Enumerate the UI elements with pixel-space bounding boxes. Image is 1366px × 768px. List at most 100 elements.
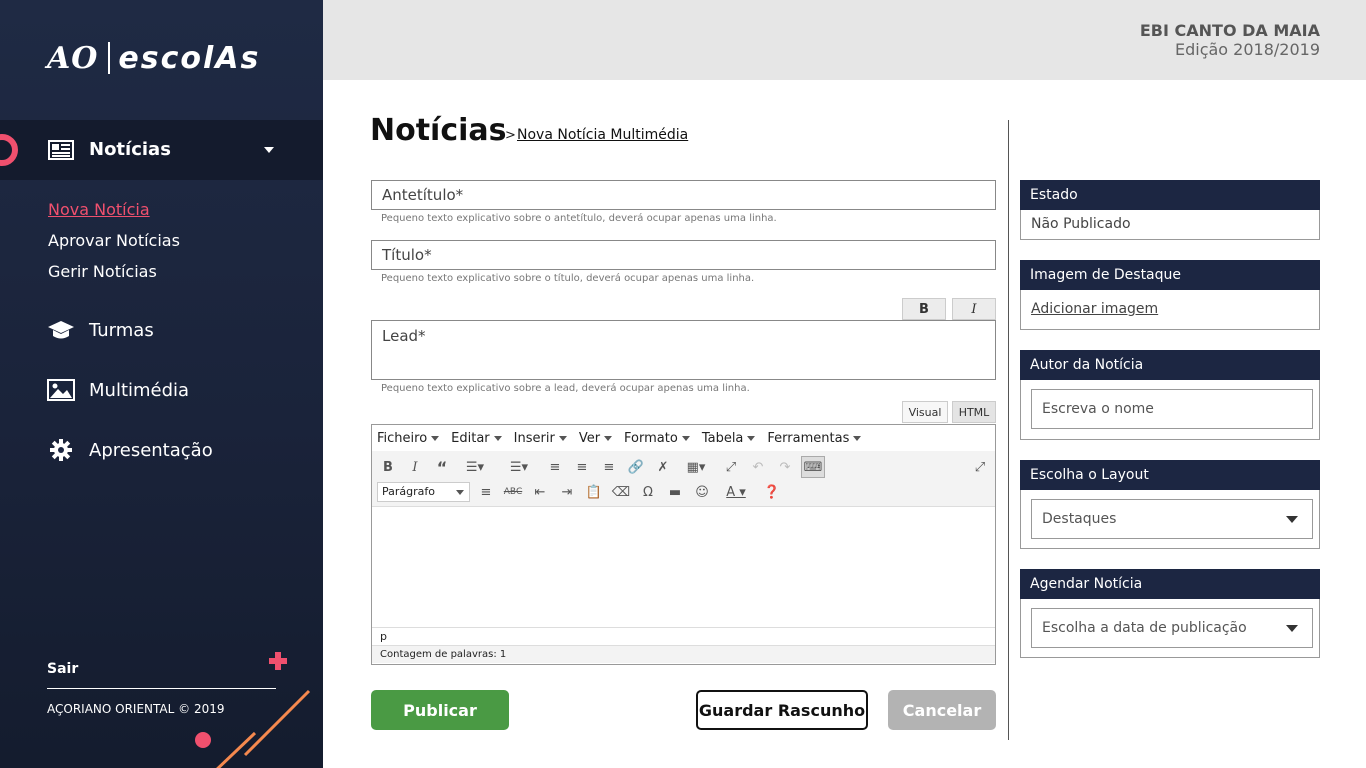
- chevron-down-icon[interactable]: [264, 147, 274, 153]
- sidebar-item-apresentacao[interactable]: Apresentação: [47, 438, 213, 462]
- author-body: Escreva o nome: [1020, 380, 1320, 440]
- menu-label: Tabela: [701, 430, 744, 446]
- save-draft-button[interactable]: Guardar Rascunho: [696, 690, 868, 730]
- graduation-cap-icon: [47, 318, 75, 342]
- sidebar-item-label: Apresentação: [89, 439, 213, 461]
- lead-italic-button[interactable]: I: [952, 298, 996, 320]
- copyright: AÇORIANO ORIENTAL © 2019: [47, 702, 225, 716]
- estado-header: Estado: [1020, 180, 1320, 210]
- estado-body: Não Publicado: [1020, 210, 1320, 240]
- breadcrumb-separator: >: [505, 128, 516, 143]
- keyboard-icon[interactable]: ⌨: [801, 456, 825, 478]
- breadcrumb[interactable]: Nova Notícia Multimédia: [517, 127, 688, 143]
- image-body: Adicionar imagem: [1020, 290, 1320, 330]
- estado-value: Não Publicado: [1031, 216, 1131, 232]
- sidebar-item-turmas[interactable]: Turmas: [47, 318, 154, 342]
- word-count: Contagem de palavras: 1: [372, 645, 995, 663]
- eraser-icon[interactable]: ⌫: [611, 482, 631, 502]
- logo[interactable]: AO escolAs: [47, 38, 260, 78]
- schedule-header: Agendar Notícia: [1020, 569, 1320, 599]
- schedule-body: Escolha a data de publicação: [1020, 599, 1320, 658]
- titulo-input[interactable]: Título*: [371, 240, 996, 270]
- justify-icon[interactable]: ≡: [476, 482, 496, 502]
- chevron-down-icon: [558, 435, 567, 441]
- active-indicator-ring: [0, 134, 18, 166]
- text-color-icon[interactable]: A ▾: [719, 482, 753, 502]
- logout-link[interactable]: Sair: [47, 661, 78, 677]
- menu-editar[interactable]: Editar: [451, 431, 502, 446]
- align-center-icon[interactable]: ≡: [572, 457, 592, 477]
- menu-ver[interactable]: Ver: [578, 430, 613, 446]
- sidebar-item-multimedia[interactable]: Multimédia: [47, 378, 189, 402]
- chevron-down-icon: [431, 435, 440, 441]
- fullscreen-icon[interactable]: ⤢: [721, 457, 741, 477]
- paste-icon[interactable]: 📋: [584, 482, 604, 502]
- publish-button[interactable]: Publicar: [371, 690, 509, 730]
- menu-label: Ficheiro: [377, 430, 428, 446]
- sidebar-item-label: Multimédia: [89, 379, 190, 401]
- menu-label: Ver: [578, 430, 601, 446]
- editor-menubar: Ficheiro Editar Inserir Ver Formato Tabe…: [372, 425, 995, 451]
- add-image-link[interactable]: Adicionar imagem: [1021, 290, 1319, 328]
- logo-escolas: escolAs: [118, 40, 261, 76]
- lead-bold-button[interactable]: B: [902, 298, 946, 320]
- chevron-down-icon: [747, 435, 756, 441]
- table-icon[interactable]: ▦▾: [680, 457, 712, 477]
- plus-icon: [268, 651, 288, 671]
- bold-icon[interactable]: B: [378, 457, 398, 477]
- layout-select[interactable]: Destaques: [1031, 499, 1313, 539]
- chevron-down-icon: [1286, 625, 1298, 632]
- numbered-list-icon[interactable]: ☰▾: [504, 457, 534, 477]
- help-icon[interactable]: ❓: [762, 482, 782, 502]
- author-header: Autor da Notícia: [1020, 350, 1320, 380]
- schedule-select[interactable]: Escolha a data de publicação: [1031, 608, 1313, 648]
- bullet-list-icon[interactable]: ☰▾: [460, 457, 490, 477]
- outdent-icon[interactable]: ⇤: [530, 482, 550, 502]
- menu-tabela[interactable]: Tabela: [702, 431, 756, 446]
- top-bar: EBI CANTO DA MAIA Edição 2018/2019: [323, 0, 1366, 80]
- antetitulo-input[interactable]: Antetítulo*: [371, 180, 996, 210]
- menu-ficheiro[interactable]: Ficheiro: [377, 430, 440, 446]
- quote-icon[interactable]: “: [432, 457, 452, 477]
- subnav: Nova Notícia Aprovar Notícias Gerir Notí…: [48, 198, 180, 291]
- antetitulo-help: Pequeno texto explicativo sobre o antetí…: [381, 213, 777, 224]
- format-select[interactable]: Parágrafo: [377, 482, 470, 502]
- menu-inserir[interactable]: Inserir: [514, 431, 567, 446]
- lead-textarea[interactable]: Lead*: [371, 320, 996, 380]
- subnav-item-aprovar-noticias[interactable]: Aprovar Notícias: [48, 229, 180, 260]
- redo-icon[interactable]: ↷: [775, 457, 795, 477]
- format-select-value: Parágrafo: [382, 485, 435, 498]
- align-right-icon[interactable]: ≡: [599, 457, 619, 477]
- lead-help: Pequeno texto explicativo sobre a lead, …: [381, 383, 750, 394]
- indent-icon[interactable]: ⇥: [557, 482, 577, 502]
- italic-icon[interactable]: I: [405, 457, 425, 477]
- editor-content-area[interactable]: [372, 507, 995, 627]
- link-icon[interactable]: 🔗: [626, 457, 646, 477]
- editor-toolbar: B I “ ☰▾ ☰▾ ≡ ≡ ≡ 🔗 ✗ ▦▾ ⤢ ↶ ↷ ⌨ ⤢ Parág…: [372, 451, 995, 507]
- align-left-icon[interactable]: ≡: [545, 457, 565, 477]
- menu-ferramentas[interactable]: Ferramentas: [767, 431, 862, 446]
- image-icon: [47, 378, 75, 402]
- titulo-help: Pequeno texto explicativo sobre o título…: [381, 273, 755, 284]
- strikethrough-icon[interactable]: ABC: [503, 482, 523, 502]
- menu-formato[interactable]: Formato: [624, 431, 690, 446]
- page-title: Notícias: [370, 113, 507, 148]
- layout-select-value: Destaques: [1042, 511, 1117, 527]
- decorative-lines: [216, 689, 311, 768]
- omega-icon[interactable]: Ω: [638, 482, 658, 502]
- cancel-button[interactable]: Cancelar: [888, 690, 996, 730]
- emoticon-icon[interactable]: ☺: [692, 482, 712, 502]
- unlink-icon[interactable]: ✗: [653, 457, 673, 477]
- author-input[interactable]: Escreva o nome: [1031, 389, 1313, 429]
- undo-icon[interactable]: ↶: [748, 457, 768, 477]
- sidebar-item-noticias[interactable]: Notícias: [0, 120, 323, 180]
- horizontal-rule-icon[interactable]: ▬: [665, 482, 685, 502]
- chevron-down-icon: [853, 435, 862, 441]
- tab-html[interactable]: HTML: [952, 401, 996, 423]
- tab-visual[interactable]: Visual: [902, 401, 948, 423]
- subnav-item-nova-noticia[interactable]: Nova Notícia: [48, 198, 180, 229]
- schedule-select-value: Escolha a data de publicação: [1042, 620, 1247, 636]
- subnav-item-gerir-noticias[interactable]: Gerir Notícias: [48, 260, 180, 291]
- chevron-down-icon: [1286, 516, 1298, 523]
- expand-icon[interactable]: ⤢: [970, 457, 990, 477]
